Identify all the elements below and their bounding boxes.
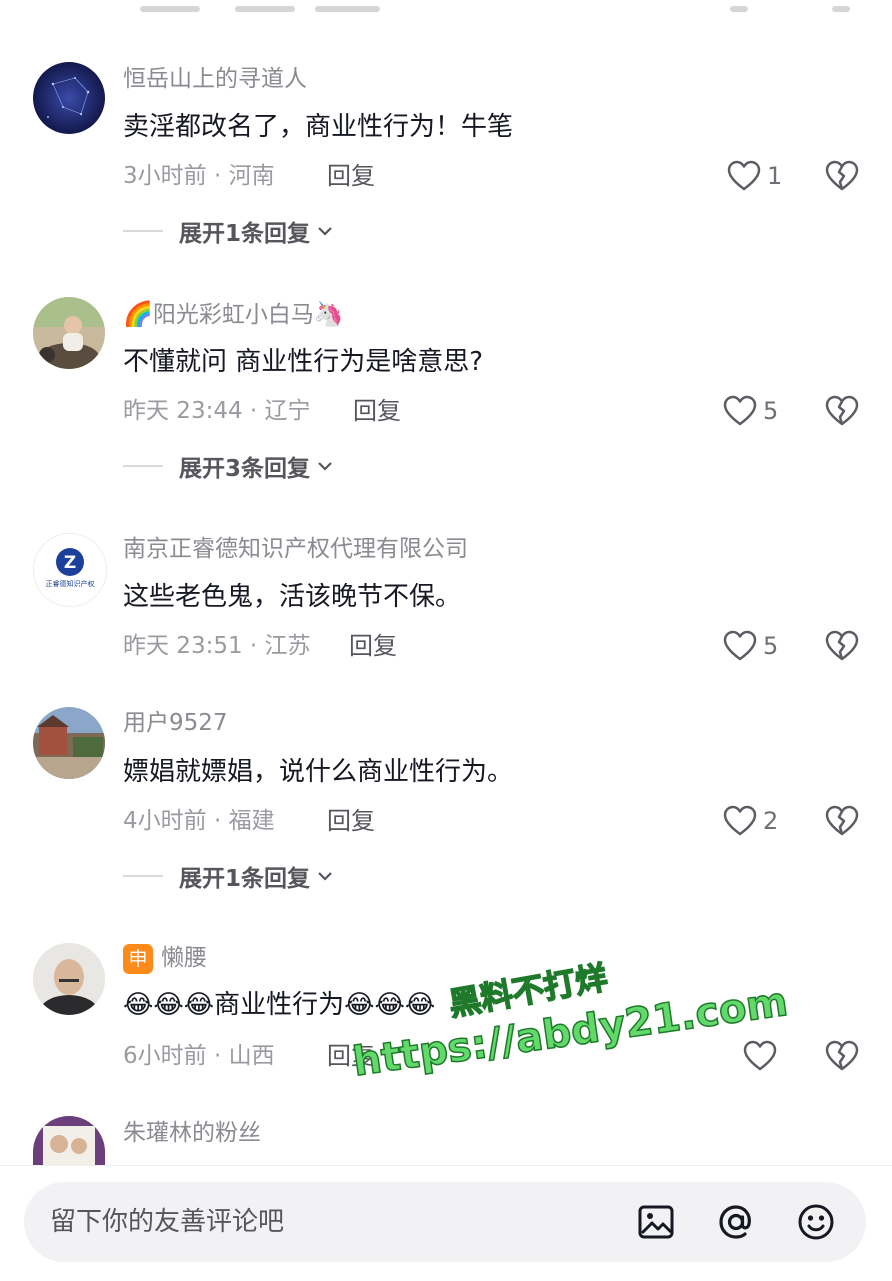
reply-button[interactable]: 回复 (349, 631, 397, 661)
comment-time: 3小时前 (123, 163, 207, 189)
reply-button[interactable]: 回复 (353, 396, 401, 426)
comment-meta: 6小时前 · 山西 (123, 1043, 275, 1069)
avatar[interactable] (33, 943, 105, 1015)
comment-text: 这些老色鬼，活该晚节不保。 (123, 582, 462, 612)
unicorn-emoji: 🦄 (313, 300, 344, 328)
like-button[interactable]: 5 (723, 393, 778, 429)
input-placeholder: 留下你的友善评论吧 (50, 1207, 285, 1237)
comment-author[interactable]: 用户9527 (123, 708, 228, 738)
like-count: 2 (763, 807, 779, 835)
like-count: 1 (767, 162, 783, 190)
author-badge: 申 (123, 943, 153, 974)
expand-divider (123, 465, 163, 467)
author-name: 懒腰 (161, 945, 207, 971)
expand-divider (123, 875, 163, 877)
chevron-down-icon (318, 462, 332, 471)
laugh-emojis: 😂😂😂 (344, 990, 436, 1020)
previous-comment-fragment (0, 0, 892, 18)
avatar-logo-text: 正睿德知识产权 (45, 580, 95, 588)
broken-heart-icon[interactable] (825, 1039, 859, 1073)
smiley-icon[interactable] (796, 1202, 836, 1242)
avatar[interactable] (33, 62, 105, 134)
comment-meta: 3小时前 · 河南 (123, 163, 275, 189)
like-button[interactable]: 5 (723, 628, 778, 664)
heart-outline-icon (727, 160, 761, 191)
avatar[interactable]: Z 正睿德知识产权 (33, 533, 107, 607)
comment-time: 6小时前 (123, 1043, 207, 1069)
comment-author[interactable]: 恒岳山上的寻道人 (123, 64, 307, 94)
comment-input-bar: 留下你的友善评论吧 (0, 1165, 892, 1281)
avatar[interactable] (33, 1116, 105, 1165)
reply-button[interactable]: 回复 (327, 161, 375, 191)
comment-time: 昨天 23:44 (123, 398, 243, 424)
expand-divider (123, 230, 163, 232)
comment-author[interactable]: 🌈阳光彩虹小白马🦄 (123, 299, 344, 330)
like-count: 5 (763, 397, 779, 425)
author-name: 阳光彩虹小白马 (152, 302, 314, 328)
comment-text: 嫖娼就嫖娼，说什么商业性行为。 (123, 757, 514, 787)
like-button[interactable]: 1 (727, 158, 782, 194)
svg-text:Z: Z (64, 553, 76, 573)
comment-location: 山西 (228, 1043, 275, 1069)
like-count: 5 (763, 632, 779, 660)
avatar[interactable] (33, 707, 105, 779)
expand-replies-button[interactable]: 展开1条回复 (123, 861, 334, 892)
heart-outline-icon (743, 1040, 777, 1071)
comment-author[interactable]: 南京正睿德知识产权代理有限公司 (123, 534, 468, 564)
like-button[interactable]: 2 (723, 803, 778, 839)
expand-replies-button[interactable]: 展开3条回复 (123, 451, 334, 482)
broken-heart-icon[interactable] (825, 159, 859, 193)
image-icon[interactable] (636, 1202, 676, 1242)
comment-meta: 昨天 23:44 · 辽宁 (123, 398, 311, 424)
rainbow-emoji: 🌈 (123, 300, 153, 328)
expand-replies-button[interactable]: 展开1条回复 (123, 216, 334, 247)
avatar[interactable] (33, 297, 105, 369)
expand-label: 展开1条回复 (179, 866, 311, 892)
at-icon[interactable] (716, 1202, 756, 1242)
comment-text: 卖淫都改名了，商业性行为！牛笔 (123, 112, 514, 142)
expand-label: 展开3条回复 (179, 456, 311, 482)
comment-location: 河南 (228, 163, 275, 189)
comment-body: 商业性行为 (214, 990, 345, 1020)
broken-heart-icon[interactable] (825, 804, 859, 838)
comment-author[interactable]: 申懒腰 (123, 943, 207, 974)
heart-outline-icon (723, 395, 757, 426)
chevron-down-icon (318, 227, 332, 236)
laugh-emojis: 😂😂😂 (123, 990, 215, 1020)
comment-text: 不懂就问 商业性行为是啥意思? (123, 347, 484, 377)
heart-outline-icon (723, 805, 757, 836)
comment-input[interactable]: 留下你的友善评论吧 (24, 1182, 866, 1262)
comment-time: 4小时前 (123, 808, 207, 834)
heart-outline-icon (723, 630, 757, 661)
comment-location: 福建 (228, 808, 275, 834)
comment-time: 昨天 23:51 (123, 633, 243, 659)
reply-button[interactable]: 回复 (327, 806, 375, 836)
like-button[interactable] (743, 1038, 783, 1074)
broken-heart-icon[interactable] (825, 629, 859, 663)
comment-location: 江苏 (264, 633, 311, 659)
comment-author[interactable]: 朱瓘林的粉丝 (123, 1118, 261, 1148)
chevron-down-icon (318, 872, 332, 881)
broken-heart-icon[interactable] (825, 394, 859, 428)
comment-location: 辽宁 (264, 398, 311, 424)
comment-meta: 4小时前 · 福建 (123, 808, 275, 834)
comment-meta: 昨天 23:51 · 江苏 (123, 633, 311, 659)
comment-text: 😂😂😂商业性行为😂😂😂 (123, 988, 435, 1022)
expand-label: 展开1条回复 (179, 221, 311, 247)
